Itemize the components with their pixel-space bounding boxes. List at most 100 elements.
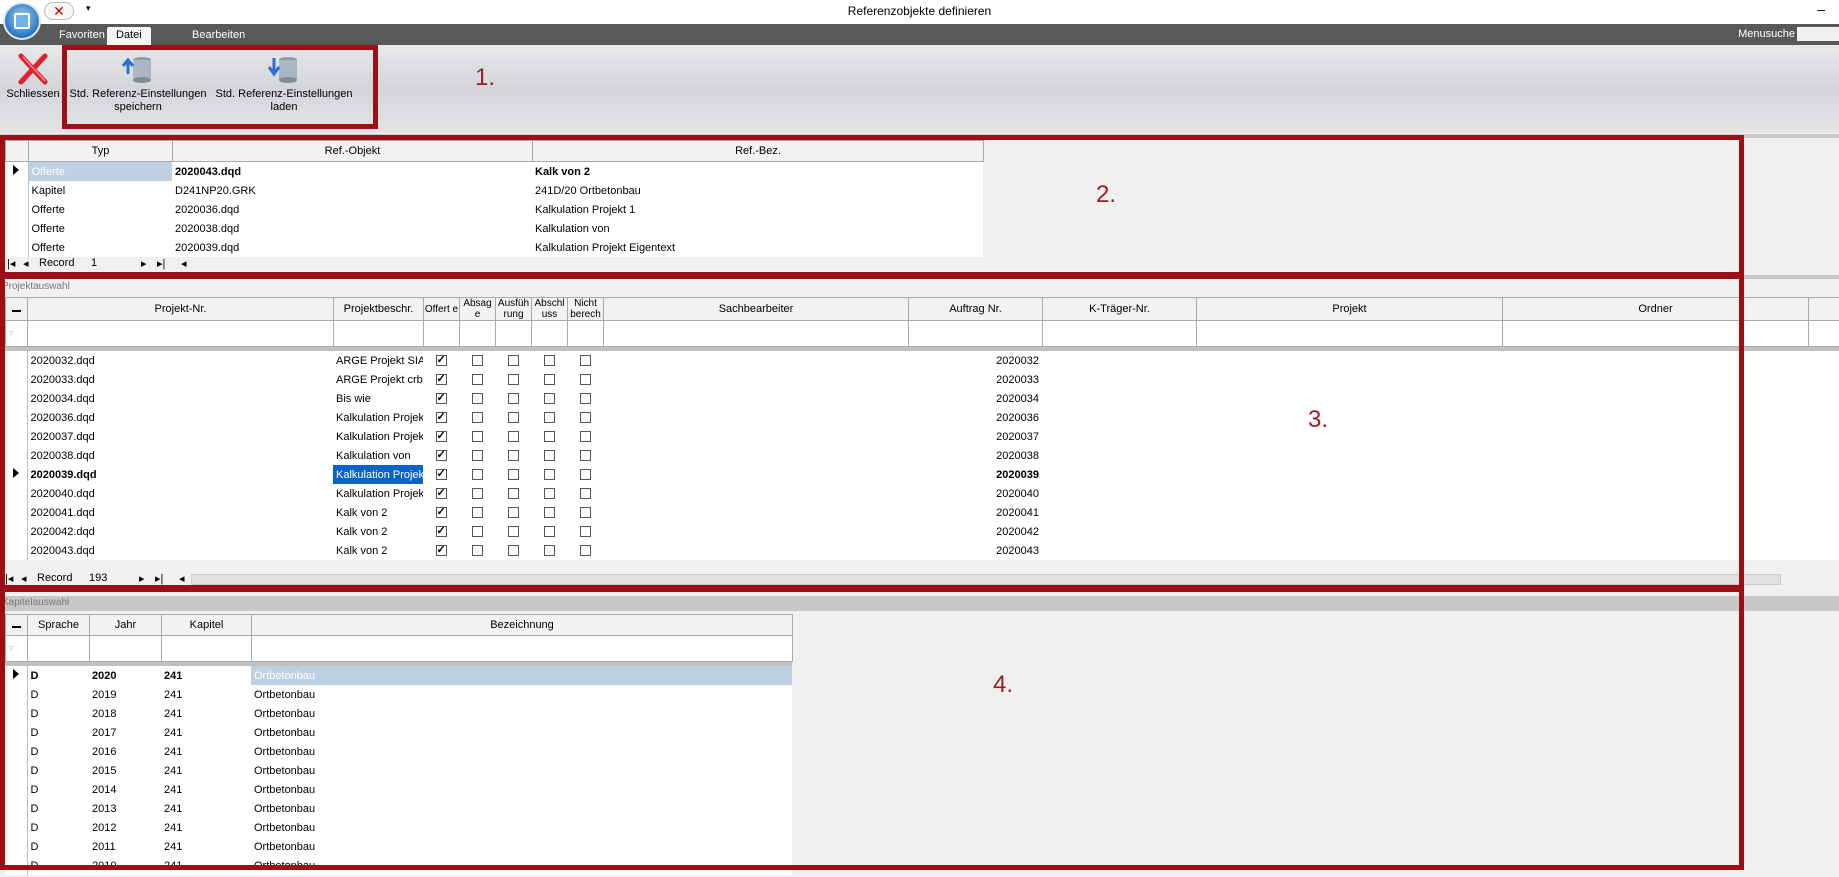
cell-bezeichnung[interactable]: Ortbetonbau [251, 856, 792, 875]
cell-jahr[interactable]: 2018 [89, 704, 161, 723]
cell-kapitel[interactable]: 241 [161, 761, 251, 780]
checkbox-cell[interactable] [495, 484, 531, 503]
checkbox-cell[interactable] [459, 370, 495, 389]
checkbox-cell[interactable] [495, 351, 531, 370]
checkbox-cell[interactable] [531, 446, 567, 465]
cell-ref-objekt[interactable]: 2020036.dqd [172, 200, 532, 219]
cell-ref-bez[interactable]: Kalkulation Projekt Eigentext [532, 238, 983, 257]
cell-k-traeger-nr[interactable] [1042, 541, 1196, 560]
checkbox[interactable] [507, 374, 519, 386]
checkbox-cell[interactable] [567, 427, 603, 446]
cell-typ[interactable]: Kapitel [28, 181, 172, 200]
column-header-abschluss[interactable]: Abschl uss [531, 297, 568, 321]
checkbox-cell[interactable] [531, 351, 567, 370]
grid-collapse-toggle[interactable] [5, 297, 28, 321]
checkbox[interactable] [579, 526, 591, 538]
cell-typ[interactable]: Offerte [28, 200, 172, 219]
row-selector[interactable] [5, 799, 28, 818]
column-header-nicht-berech[interactable]: Nicht berech [567, 297, 604, 321]
checkbox[interactable] [471, 393, 483, 405]
table-row[interactable]: 2020032.dqdARGE Projekt SIA 2020032 [5, 351, 1839, 370]
cell-k-traeger-nr[interactable] [1042, 522, 1196, 541]
cell-bezeichnung[interactable]: Ortbetonbau [251, 666, 792, 685]
cell-bezeichnung[interactable]: Ortbetonbau [251, 685, 792, 704]
cell-kapitel[interactable]: 241 [161, 685, 251, 704]
checkbox-cell[interactable] [531, 408, 567, 427]
filter-input[interactable] [567, 320, 604, 347]
quick-access-dropdown[interactable]: ▾ [86, 3, 91, 14]
checkbox-cell[interactable] [423, 484, 459, 503]
checkbox-cell[interactable] [459, 484, 495, 503]
scroll-left-icon[interactable]: ◂ [181, 257, 187, 270]
checkbox[interactable] [579, 431, 591, 443]
close-button[interactable]: Schliessen [4, 52, 62, 101]
checkbox-cell[interactable] [531, 427, 567, 446]
checkbox-cell[interactable] [495, 389, 531, 408]
row-selector[interactable] [5, 200, 29, 219]
splitter[interactable] [0, 275, 1839, 279]
checkbox-cell[interactable] [567, 503, 603, 522]
checkbox-cell[interactable] [567, 446, 603, 465]
checkbox-cell[interactable] [567, 541, 603, 560]
cell-kapitel[interactable]: 241 [161, 666, 251, 685]
column-header-auftrag-nr[interactable]: Auftrag Nr. [908, 297, 1043, 321]
cell-ref-bez[interactable]: Kalkulation von [532, 219, 983, 238]
checkbox-cell[interactable] [459, 389, 495, 408]
row-selector[interactable] [5, 408, 28, 427]
checkbox[interactable] [471, 545, 483, 557]
checkbox[interactable] [579, 507, 591, 519]
cell-projekt[interactable] [1196, 484, 1502, 503]
table-row[interactable]: D 2013 241 Ortbetonbau [5, 799, 792, 818]
cell-kapitel[interactable]: 241 [161, 780, 251, 799]
splitter[interactable] [0, 134, 1839, 138]
table-row[interactable]: 2020039.dqdKalkulation Projekt 2020039 [5, 465, 1839, 484]
cell-projekt-nr[interactable]: 2020037.dqd [27, 427, 333, 446]
cell-projekt[interactable] [1196, 446, 1502, 465]
checkbox[interactable] [435, 543, 447, 557]
checkbox[interactable] [435, 486, 447, 500]
cell-bezeichnung[interactable]: Ortbetonbau [251, 704, 792, 723]
cell-auftrag-nr[interactable]: 2020036 [908, 408, 1042, 427]
checkbox[interactable] [507, 431, 519, 443]
checkbox-cell[interactable] [459, 465, 495, 484]
cell-projekt-nr[interactable]: 2020041.dqd [27, 503, 333, 522]
checkbox[interactable] [543, 469, 555, 481]
cell-ordner[interactable] [1502, 427, 1808, 446]
cell-sprache[interactable]: D [27, 818, 89, 837]
cell-projektbeschr[interactable]: Kalkulation Projekt [333, 408, 423, 427]
checkbox[interactable] [543, 450, 555, 462]
checkbox-cell[interactable] [567, 522, 603, 541]
column-header-projekt-nr[interactable]: Projekt-Nr. [27, 297, 334, 321]
table-row[interactable]: Offerte 2020039.dqd Kalkulation Projekt Ei… [5, 238, 983, 257]
checkbox-cell[interactable] [459, 541, 495, 560]
cell-auftrag-nr[interactable]: 2020033 [908, 370, 1042, 389]
column-header-ref-bez[interactable]: Ref.-Bez. [532, 140, 984, 162]
cell-auftrag-nr[interactable]: 2020040 [908, 484, 1042, 503]
column-header-typ[interactable]: Typ [28, 140, 173, 162]
checkbox-cell[interactable] [495, 370, 531, 389]
checkbox[interactable] [507, 393, 519, 405]
tab-favoriten[interactable]: Favoriten [50, 27, 114, 45]
checkbox[interactable] [435, 448, 447, 462]
first-record-icon[interactable]: |◂ [7, 257, 15, 270]
checkbox[interactable] [435, 410, 447, 424]
cell-bezeichnung[interactable]: Ortbetonbau [251, 742, 792, 761]
cell-jahr[interactable]: 2010 [89, 856, 161, 875]
row-selector[interactable] [5, 427, 28, 446]
checkbox[interactable] [543, 355, 555, 367]
next-record-icon[interactable]: ▸ [139, 572, 145, 585]
row-selector[interactable] [5, 742, 28, 761]
column-header-ref-objekt[interactable]: Ref.-Objekt [172, 140, 533, 162]
checkbox-cell[interactable] [567, 370, 603, 389]
row-selector[interactable] [5, 370, 28, 389]
table-row[interactable]: D 2012 241 Ortbetonbau [5, 818, 792, 837]
checkbox-cell[interactable] [531, 465, 567, 484]
cell-projekt-nr[interactable]: 2020040.dqd [27, 484, 333, 503]
checkbox[interactable] [543, 526, 555, 538]
row-selector[interactable] [5, 723, 28, 742]
table-row[interactable]: D 2014 241 Ortbetonbau [5, 780, 792, 799]
checkbox-cell[interactable] [531, 484, 567, 503]
cell-kapitel[interactable]: 241 [161, 837, 251, 856]
cell-k-traeger-nr[interactable] [1042, 389, 1196, 408]
checkbox-cell[interactable] [531, 522, 567, 541]
